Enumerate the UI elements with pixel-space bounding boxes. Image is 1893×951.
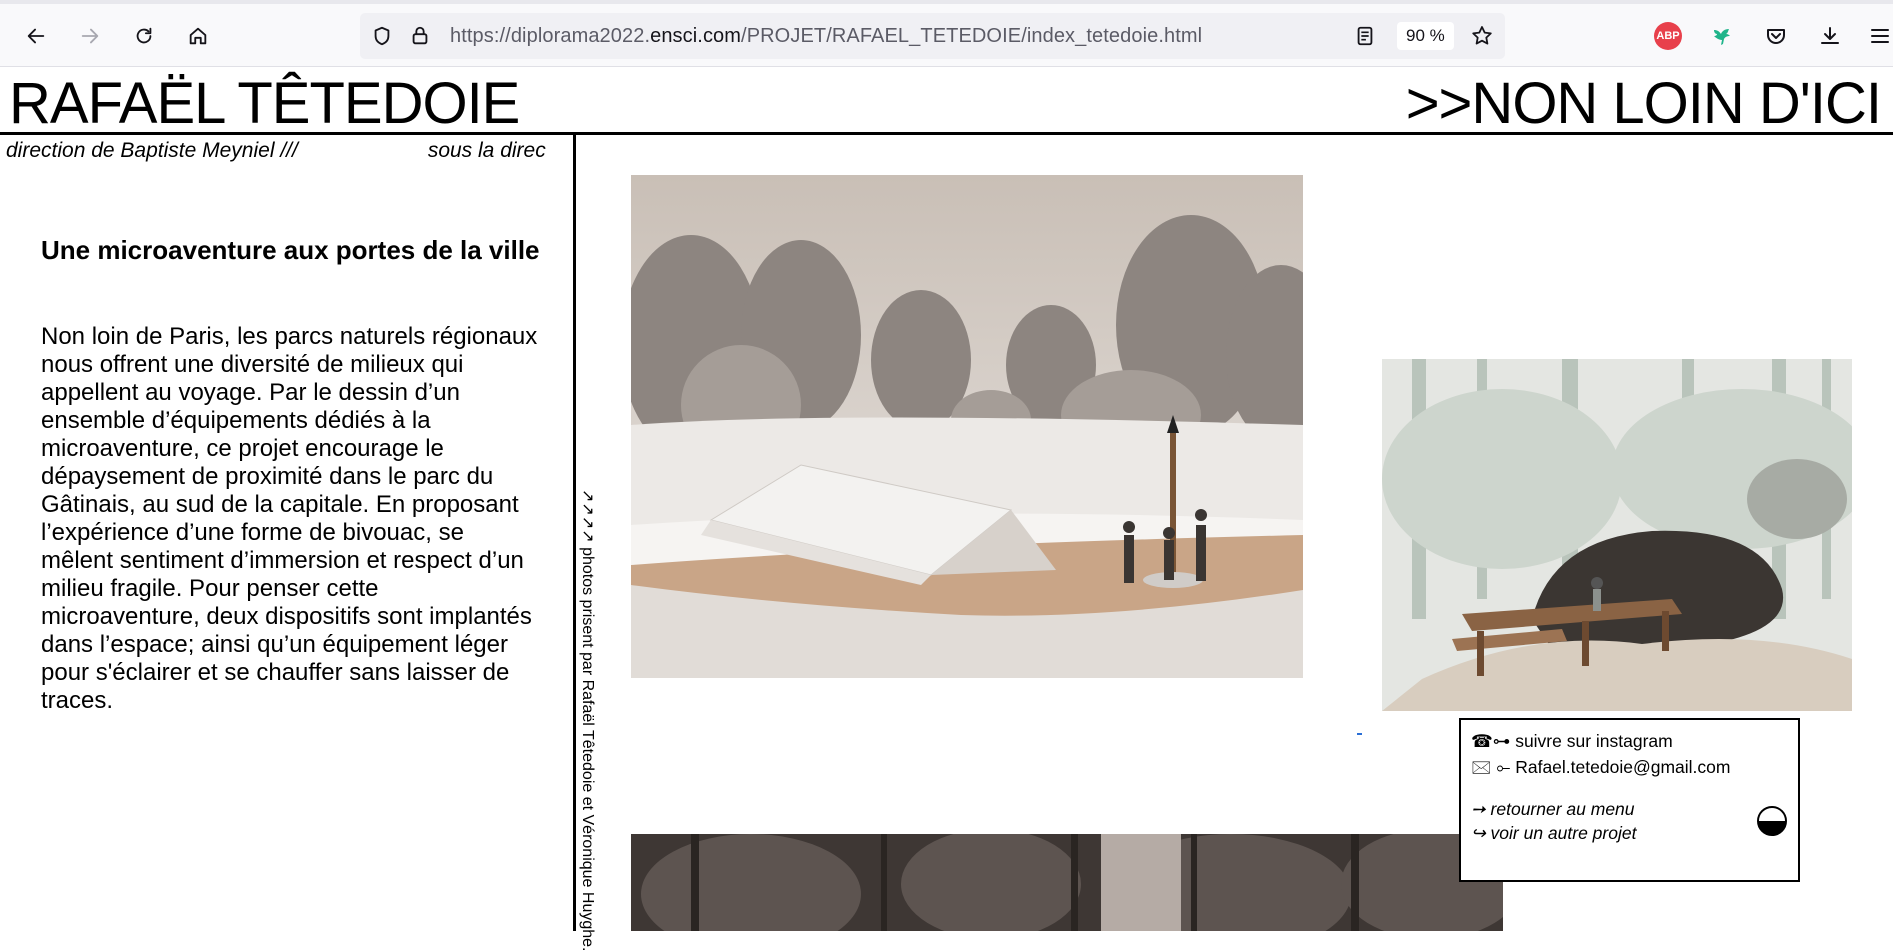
return-arrow-icon: ↪ [1471, 823, 1486, 843]
back-button[interactable] [18, 18, 54, 54]
photo-boulder-bench[interactable] [1382, 359, 1852, 711]
url-path: /PROJET/RAFAEL_TETEDOIE/index_tetedoie.h… [741, 25, 1203, 47]
back-icon [27, 28, 45, 44]
site-title: RAFAËL TÊTEDOIE [9, 71, 520, 136]
marquee-left: direction de Baptiste Meyniel /// [6, 139, 298, 162]
phone-key-icon: ☎︎⊶ [1471, 731, 1511, 751]
credits-marquee: direction de Baptiste Meyniel /// sous la… [6, 139, 546, 163]
url-domain: ensci.com [650, 25, 742, 47]
project-title: >>NON LOIN D'ICI [1405, 71, 1882, 136]
article-body: Non loin de Paris, les parcs naturels ré… [41, 323, 538, 714]
instagram-label: suivre sur instagram [1515, 731, 1673, 751]
downloads-icon [1821, 27, 1839, 44]
lock-icon[interactable] [408, 24, 432, 48]
url-prefix: https://diplorama2022. [450, 25, 651, 47]
email-label: Rafael.tetedoie@gmail.com [1515, 757, 1731, 777]
bookmark-star-icon[interactable] [1470, 24, 1494, 48]
email-link[interactable]: 🖂 ⟜ Rafael.tetedoie@gmail.com [1471, 755, 1730, 785]
extension-bird-button[interactable] [1704, 18, 1740, 54]
back-to-menu-link[interactable]: ➙ retourner au menu [1471, 799, 1635, 820]
address-bar[interactable]: https://diplorama2022.ensci.com/PROJET/R… [360, 13, 1505, 59]
pocket-icon [1767, 29, 1785, 44]
menu-button[interactable] [1862, 18, 1893, 54]
photo-forest-dark[interactable] [631, 834, 1503, 931]
reload-icon [136, 27, 152, 44]
text-column: direction de Baptiste Meyniel /// sous la… [0, 135, 574, 931]
instagram-link[interactable]: ☎︎⊶ suivre sur instagram [1471, 731, 1673, 752]
forward-button[interactable] [72, 18, 108, 54]
reader-view-icon[interactable] [1353, 24, 1377, 48]
cursor-marker [1357, 733, 1362, 735]
other-project-label: voir un autre projet [1490, 823, 1637, 843]
adblock-icon: ABP [1654, 22, 1682, 50]
url-text[interactable]: https://diplorama2022.ensci.com/PROJET/R… [450, 25, 1202, 48]
article-title: Une microaventure aux portes de la ville [41, 235, 540, 265]
pocket-button[interactable] [1758, 18, 1794, 54]
menu-link-label: retourner au menu [1490, 799, 1635, 819]
web-page: RAFAËL TÊTEDOIE >>NON LOIN D'ICI directi… [0, 67, 1893, 951]
hand-pointer-icon: 🖂 ⟜ [1471, 757, 1511, 777]
adblock-button[interactable]: ABP [1650, 18, 1686, 54]
tab-strip-edge [0, 0, 1893, 4]
photo-credit-vertical: ↗↗↗↗ photos prisent par Rafaël Têtedoie … [579, 489, 596, 951]
half-circle-icon[interactable] [1757, 806, 1787, 836]
other-project-link[interactable]: ↪ voir un autre projet [1471, 823, 1636, 844]
browser-toolbar: https://diplorama2022.ensci.com/PROJET/R… [0, 0, 1893, 67]
contact-panel: ☎︎⊶ suivre sur instagram 🖂 ⟜ Rafael.tete… [1459, 718, 1800, 882]
photo-tent-camp[interactable] [631, 175, 1303, 678]
reload-button[interactable] [126, 18, 162, 54]
home-button[interactable] [180, 18, 216, 54]
extension-bird-icon [1714, 29, 1730, 45]
menu-icon [1871, 29, 1889, 43]
arrow-right-icon: ➙ [1471, 799, 1486, 819]
column-divider [573, 135, 576, 931]
marquee-right: sous la direc [427, 139, 546, 162]
zoom-level-button[interactable]: 90 % [1397, 22, 1454, 50]
downloads-button[interactable] [1812, 18, 1848, 54]
shield-icon[interactable] [370, 24, 394, 48]
forward-icon [81, 28, 99, 44]
home-icon [189, 27, 207, 45]
